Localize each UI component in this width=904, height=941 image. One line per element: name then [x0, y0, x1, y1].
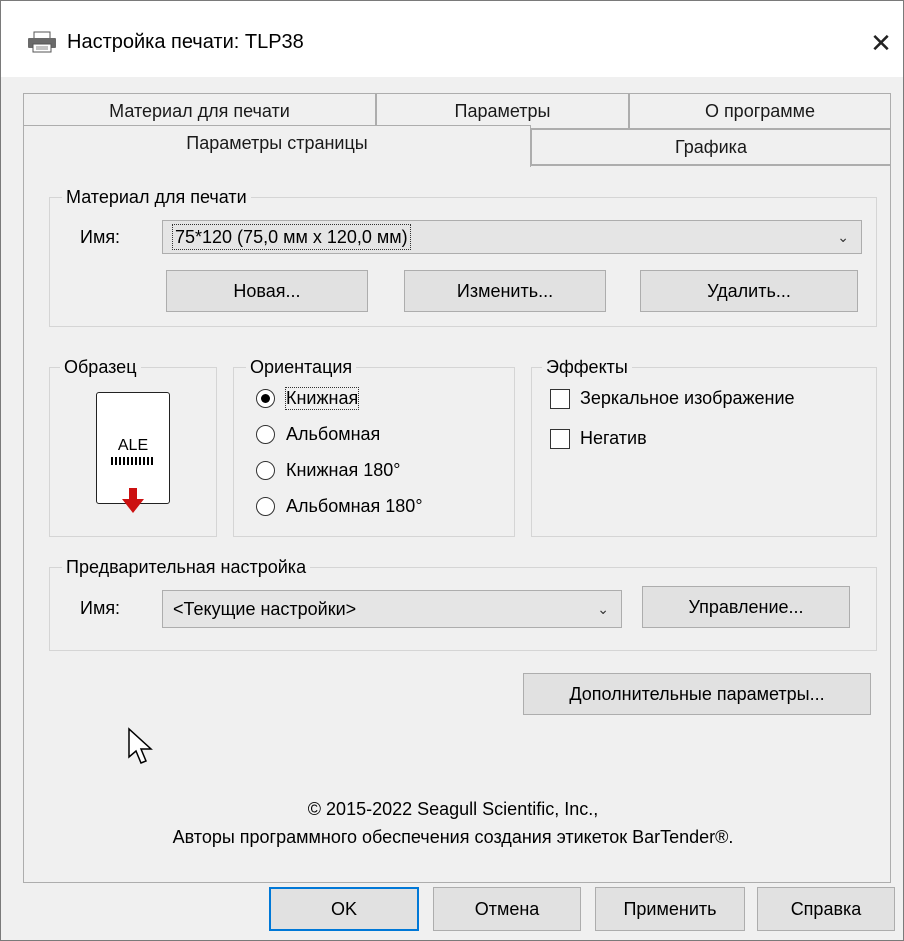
radio-label: Альбомная [286, 424, 381, 444]
media-name-combo[interactable]: 75*120 (75,0 мм x 120,0 мм) ⌄ [162, 220, 862, 254]
tab-label: Параметры [454, 101, 551, 121]
group-title: Материал для печати [62, 186, 251, 208]
combo-value: <Текущие настройки> [173, 599, 357, 619]
radio-label: Альбомная 180° [286, 496, 423, 516]
preview-text: ALE [117, 437, 149, 454]
checkbox-label: Зеркальное изображение [580, 388, 795, 408]
close-button[interactable]: ✕ [861, 23, 901, 63]
tab-label: О программе [704, 101, 816, 121]
radio-landscape-180[interactable]: Альбомная 180° [256, 494, 496, 520]
group-title: Эффекты [542, 356, 632, 378]
close-icon: ✕ [870, 28, 892, 58]
print-setup-dialog: Настройка печати: TLP38 ✕ Материал для п… [0, 0, 904, 941]
new-media-button[interactable]: Новая... [166, 270, 368, 312]
delete-media-button[interactable]: Удалить... [640, 270, 858, 312]
tab-label: Параметры страницы [186, 133, 368, 153]
arrow-down-icon [120, 488, 146, 514]
title-bar: Настройка печати: TLP38 ✕ [1, 1, 903, 77]
radio-label: Книжная [284, 387, 360, 410]
radio-portrait[interactable]: Книжная [256, 386, 496, 412]
chevron-down-icon: ⌄ [597, 601, 609, 617]
group-title: Ориентация [246, 356, 357, 378]
copyright-line-2: Авторы программного обеспечения создания… [172, 827, 734, 847]
group-title: Предварительная настройка [62, 556, 311, 578]
effects-group: Эффекты Зеркальное изображение Негатив [531, 356, 877, 537]
checkbox-label: Негатив [580, 428, 647, 448]
media-name-label: Имя: [80, 227, 121, 247]
window-title: Настройка печати: TLP38 [67, 31, 304, 53]
manage-presets-button[interactable]: Управление... [642, 586, 850, 628]
orientation-group: Ориентация Книжная Альбомная Книжная 180… [233, 356, 515, 537]
tab-label: Графика [675, 137, 747, 157]
advanced-options-button[interactable]: Дополнительные параметры... [523, 673, 871, 715]
chevron-down-icon: ⌄ [837, 229, 849, 245]
radio-button[interactable] [256, 461, 275, 480]
mouse-cursor-icon [127, 727, 157, 767]
apply-button[interactable]: Применить [595, 887, 745, 931]
mirror-checkbox[interactable]: Зеркальное изображение [550, 386, 870, 412]
tab-label: Материал для печати [109, 101, 290, 121]
sample-group: Образец ALE [49, 356, 217, 537]
negative-checkbox[interactable]: Негатив [550, 426, 870, 452]
tab-print-media[interactable]: Материал для печати [23, 93, 376, 129]
checkbox[interactable] [550, 389, 570, 409]
media-group: Материал для печати Имя: 75*120 (75,0 мм… [49, 186, 877, 327]
tab-about[interactable]: О программе [629, 93, 891, 129]
radio-portrait-180[interactable]: Книжная 180° [256, 458, 496, 484]
tab-parameters[interactable]: Параметры [376, 93, 629, 129]
tab-graphics[interactable]: Графика [531, 129, 891, 165]
cancel-button[interactable]: Отмена [433, 887, 581, 931]
radio-button[interactable] [256, 425, 275, 444]
tab-page-setup[interactable]: Параметры страницы [23, 125, 531, 167]
group-title: Образец [60, 356, 141, 378]
radio-button[interactable] [256, 389, 275, 408]
radio-button[interactable] [256, 497, 275, 516]
radio-landscape[interactable]: Альбомная [256, 422, 496, 448]
copyright-line-1: © 2015-2022 Seagull Scientific, Inc., [307, 799, 599, 819]
printer-icon [27, 31, 57, 53]
barcode-icon [111, 457, 155, 465]
combo-value: 75*120 (75,0 мм x 120,0 мм) [172, 224, 411, 250]
help-button[interactable]: Справка [757, 887, 895, 931]
checkbox[interactable] [550, 429, 570, 449]
edit-media-button[interactable]: Изменить... [404, 270, 606, 312]
preset-group: Предварительная настройка Имя: <Текущие … [49, 556, 877, 651]
preset-combo[interactable]: <Текущие настройки> ⌄ [162, 590, 622, 628]
ok-button[interactable]: OK [269, 887, 419, 931]
radio-label: Книжная 180° [286, 460, 401, 480]
preset-name-label: Имя: [80, 598, 121, 618]
